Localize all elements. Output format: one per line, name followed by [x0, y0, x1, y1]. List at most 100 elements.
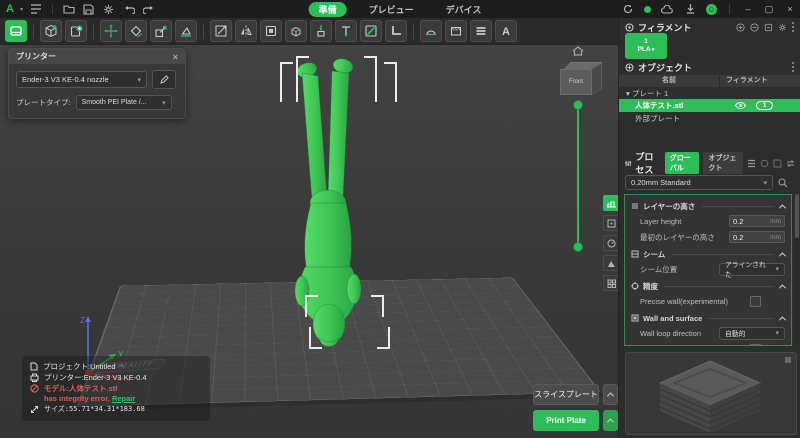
slice-plate-button[interactable]: スライスプレート: [533, 384, 599, 405]
object-row-selected[interactable]: 人体テスト.stl 1: [619, 99, 800, 112]
collapse-icon[interactable]: [779, 284, 786, 291]
plate-group-row[interactable]: ▾ プレート 1: [619, 88, 800, 99]
download-icon[interactable]: [683, 2, 697, 16]
add-filament-icon[interactable]: [736, 23, 745, 32]
edit-printer-button[interactable]: [152, 70, 176, 89]
speed-gauge-icon[interactable]: [603, 235, 618, 251]
objects-more-icon[interactable]: [792, 66, 794, 68]
seam-tool-icon[interactable]: [420, 20, 442, 42]
bounding-box-icon[interactable]: [603, 215, 618, 231]
collapse-icon[interactable]: [779, 316, 786, 323]
move-tool-icon[interactable]: [100, 20, 122, 42]
column-name[interactable]: 名前: [619, 75, 720, 87]
view-cube-icon[interactable]: [40, 20, 62, 42]
remove-filament-icon[interactable]: [750, 23, 759, 32]
print-plate-button[interactable]: Print Plate: [533, 410, 599, 431]
section-precision[interactable]: 精度: [631, 279, 785, 293]
process-settings-list[interactable]: レイヤーの高さ Layer height 0.2mm 最初のレイヤーの高さ 0.…: [624, 194, 792, 346]
settings-gear-icon[interactable]: [102, 2, 116, 16]
tab-preview[interactable]: プレビュー: [359, 2, 424, 17]
column-filament[interactable]: フィラメント: [720, 75, 800, 87]
viewport-3d[interactable]: CREALITY プリンター × Ender-3 V3 KE-0.4 nozzl…: [0, 45, 618, 438]
mirror-tool-icon[interactable]: [235, 20, 257, 42]
settings-scrollbar[interactable]: [795, 194, 799, 346]
single-top-wall-checkbox[interactable]: [750, 344, 761, 347]
maximize-button[interactable]: ▢: [763, 4, 775, 15]
section-layer-height[interactable]: レイヤーの高さ: [631, 199, 785, 213]
undo-icon[interactable]: [122, 2, 136, 16]
purge-tower-icon[interactable]: [603, 255, 618, 271]
seam-position-select[interactable]: アラインされた: [719, 263, 785, 276]
clip-slider-track[interactable]: [577, 105, 579, 247]
tab-global[interactable]: グローバル: [665, 152, 700, 174]
sync-filament-icon[interactable]: [764, 23, 773, 32]
support-pin-icon[interactable]: [335, 20, 357, 42]
drop-to-plate-icon[interactable]: [310, 20, 332, 42]
precise-wall-checkbox[interactable]: [750, 296, 761, 307]
print-options-button[interactable]: [603, 410, 618, 431]
collapse-icon[interactable]: [779, 252, 786, 259]
tab-prepare[interactable]: 準備: [309, 2, 347, 17]
measure-tool-icon[interactable]: [210, 20, 232, 42]
clip-slider-top-handle[interactable]: [573, 100, 583, 110]
add-model-icon[interactable]: [65, 20, 87, 42]
grid-view-icon[interactable]: [603, 275, 618, 291]
layer-preview-icon[interactable]: [603, 195, 618, 211]
repair-link[interactable]: Repair: [112, 394, 135, 403]
visibility-eye-icon[interactable]: [735, 102, 746, 109]
printer-panel-close-icon[interactable]: ×: [173, 52, 178, 62]
filament-slot-chip[interactable]: 1 PLA: [625, 33, 667, 59]
scrollbar-thumb[interactable]: [795, 194, 799, 238]
search-icon[interactable]: [778, 178, 788, 188]
sync-preset-icon[interactable]: [786, 159, 795, 168]
navcube-side-face[interactable]: [591, 63, 602, 95]
navcube-front-face[interactable]: Front: [560, 69, 592, 95]
slice-options-button[interactable]: [603, 384, 618, 405]
plate-type-select[interactable]: Smooth PEI Plate /...: [76, 95, 172, 110]
wall-loop-direction-select[interactable]: 自動的: [719, 327, 785, 340]
logo-caret-icon[interactable]: ▾: [20, 6, 23, 13]
pattern-lines-icon[interactable]: [470, 20, 492, 42]
rotate-tool-icon[interactable]: [125, 20, 147, 42]
save-icon[interactable]: [82, 2, 96, 16]
home-view-icon[interactable]: [572, 46, 584, 56]
filament-material[interactable]: PLA: [638, 46, 655, 54]
first-layer-height-input[interactable]: 0.2mm: [729, 231, 785, 243]
tab-object[interactable]: オブジェクト: [703, 152, 743, 174]
redo-icon[interactable]: [142, 2, 156, 16]
app-logo[interactable]: A: [6, 4, 14, 15]
infill-tool-icon[interactable]: [445, 20, 467, 42]
text-tool-icon[interactable]: A: [495, 20, 517, 42]
tab-device[interactable]: デバイス: [436, 2, 492, 17]
layer-height-input[interactable]: 0.2mm: [729, 215, 785, 227]
support-block-icon[interactable]: [285, 20, 307, 42]
lay-flat-tool-icon[interactable]: [175, 20, 197, 42]
sync-icon[interactable]: [621, 2, 635, 16]
param-list-icon[interactable]: [747, 159, 756, 168]
preset-select[interactable]: 0.20mm Standard: [625, 175, 773, 190]
save-preset-icon[interactable]: [773, 159, 782, 168]
filament-settings-gear-icon[interactable]: [778, 23, 787, 32]
cloud-upload-icon[interactable]: [660, 2, 674, 16]
minimize-button[interactable]: –: [742, 4, 754, 14]
collapse-icon[interactable]: [779, 204, 786, 211]
object-filament-badge[interactable]: 1: [756, 101, 773, 110]
close-button[interactable]: ×: [784, 4, 796, 14]
auto-orient-icon[interactable]: [385, 20, 407, 42]
plate-tool-button[interactable]: [5, 20, 27, 42]
printer-select[interactable]: Ender-3 V3 KE-0.4 nozzle: [16, 71, 147, 88]
open-file-icon[interactable]: [62, 2, 76, 16]
object-row[interactable]: 外部プレート: [619, 112, 800, 125]
view-navigation-cube[interactable]: Front: [558, 58, 606, 98]
filament-more-icon[interactable]: [792, 26, 794, 28]
preview-stack-icon[interactable]: [784, 356, 792, 364]
section-wall-surface[interactable]: Wall and surface: [631, 311, 785, 325]
paint-tool-icon[interactable]: [360, 20, 382, 42]
scale-tool-icon[interactable]: [150, 20, 172, 42]
clip-slider-bottom-handle[interactable]: [573, 242, 583, 252]
shell-tool-icon[interactable]: [260, 20, 282, 42]
plate-preview-box[interactable]: [625, 352, 797, 435]
user-avatar[interactable]: ☺: [706, 4, 717, 15]
reset-icon[interactable]: [760, 159, 769, 168]
main-menu-button[interactable]: [29, 2, 43, 16]
